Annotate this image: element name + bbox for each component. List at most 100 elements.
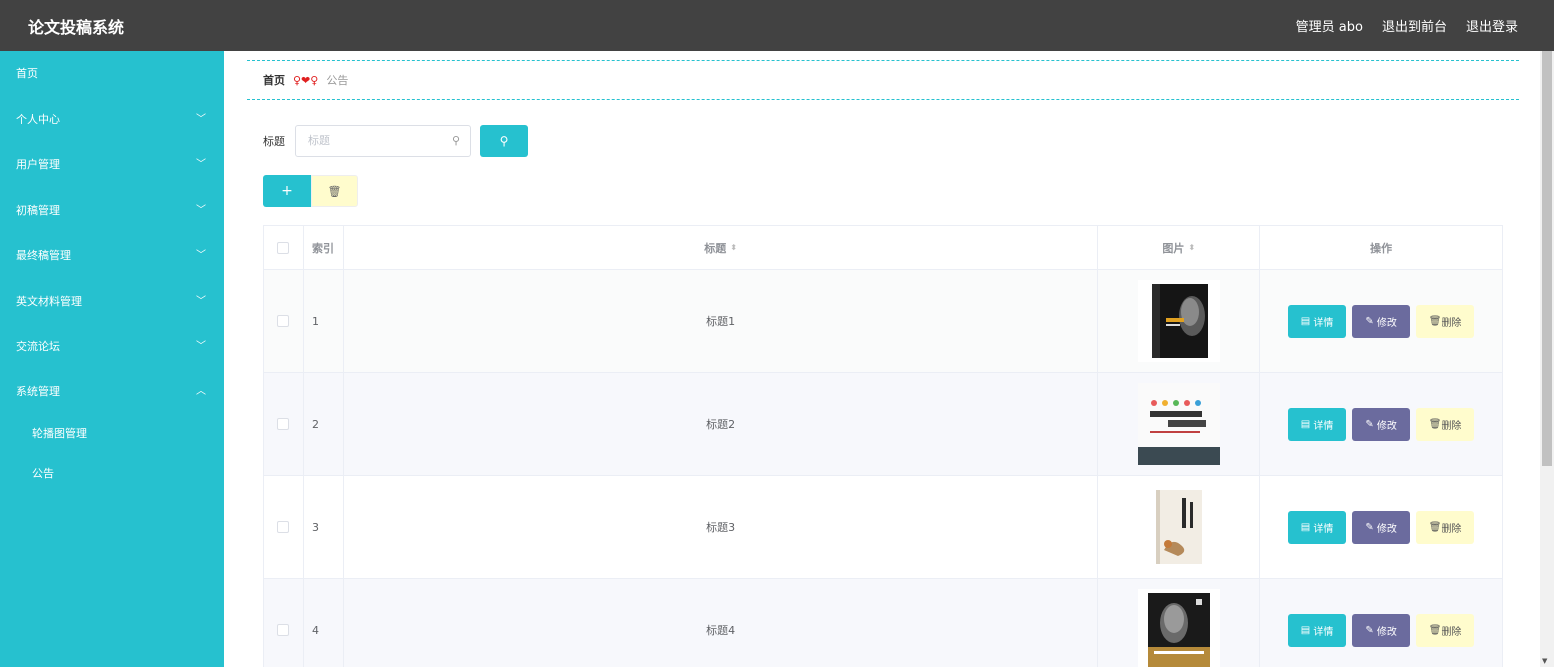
sidebar-item-label: 交流论坛 — [16, 340, 60, 353]
detail-label: 详情 — [1313, 523, 1334, 535]
sidebar-subitem-label: 轮播图管理 — [32, 427, 87, 440]
sidebar-item-label: 个人中心 — [16, 113, 60, 126]
row-ops-cell: ▤ 详情 ✎ 修改 🗑 删除 — [1260, 579, 1503, 667]
detail-label: 详情 — [1313, 626, 1334, 638]
search-input[interactable] — [308, 134, 448, 147]
app-title: 论文投稿系统 — [28, 18, 125, 37]
admin-user-label: 管理员 abo — [1295, 20, 1363, 35]
sidebar-subitem-label: 公告 — [32, 467, 54, 480]
content-panel: 标题 ⚲ ⚲ + 🗑 索引 标题⬍ 图片⬍ 操作 — [247, 108, 1519, 667]
detail-label: 详情 — [1313, 317, 1334, 329]
row-index: 1 — [303, 270, 344, 373]
sidebar-subitem-notice[interactable]: 公告 — [0, 454, 224, 494]
row-check-cell — [264, 476, 304, 579]
edit-button[interactable]: ✎ 修改 — [1352, 407, 1411, 441]
select-all-checkbox[interactable] — [277, 241, 290, 254]
detail-icon: ▤ — [1300, 315, 1314, 327]
sidebar-item-label: 最终稿管理 — [16, 249, 71, 262]
table-row: 3 标题3 ▤ 详情 ✎ 修改 🗑 删除 — [264, 476, 1503, 579]
trash-icon: 🗑 — [1428, 315, 1442, 327]
sidebar-item-home[interactable]: 首页 — [0, 51, 224, 96]
row-checkbox[interactable] — [277, 521, 290, 533]
edit-label: 修改 — [1376, 420, 1397, 432]
row-title: 标题2 — [343, 373, 1099, 476]
row-checkbox[interactable] — [277, 624, 290, 636]
sidebar-item-forum[interactable]: 交流论坛 ﹀ — [0, 324, 224, 369]
edit-label: 修改 — [1376, 626, 1397, 638]
header-links: 管理员 abo 退出到前台 退出登录 — [1296, 16, 1518, 35]
row-title: 标题1 — [343, 270, 1099, 373]
sidebar-item-label: 用户管理 — [16, 158, 60, 171]
delete-button[interactable]: 🗑 删除 — [1416, 613, 1475, 647]
notice-table: 索引 标题 ⬍ 图片 ⬍ 操作 1 标题1 ▤ 详情 ✎ 修改 🗑 删除 2 标… — [263, 225, 1503, 667]
pencil-icon: ✎ — [1365, 521, 1377, 533]
chevron-down-icon: ﹀ — [196, 296, 206, 307]
delete-button[interactable]: 🗑 删除 — [1416, 510, 1475, 544]
row-title: 标题3 — [343, 476, 1099, 579]
row-checkbox[interactable] — [277, 418, 290, 430]
delete-label: 删除 — [1441, 523, 1462, 535]
book-cover-image — [1137, 280, 1220, 362]
batch-delete-button[interactable]: 🗑 — [311, 175, 358, 207]
row-image-cell — [1098, 476, 1261, 579]
sidebar-item-english[interactable]: 英文材料管理 ﹀ — [0, 279, 224, 324]
detail-button[interactable]: ▤ 详情 — [1288, 510, 1347, 544]
sort-icon[interactable]: ⬍ — [1188, 243, 1195, 252]
row-ops-cell: ▤ 详情 ✎ 修改 🗑 删除 — [1260, 373, 1503, 476]
sidebar-item-system[interactable]: 系统管理 ︿ — [0, 369, 224, 414]
detail-icon: ▤ — [1300, 521, 1314, 533]
header-title-label: 标题 — [704, 241, 727, 255]
delete-label: 删除 — [1441, 317, 1462, 329]
edit-button[interactable]: ✎ 修改 — [1352, 510, 1411, 544]
book-cover-image — [1137, 383, 1220, 465]
breadcrumb-separator: ♀❤♀ — [293, 73, 319, 87]
sidebar-item-drafts[interactable]: 初稿管理 ﹀ — [0, 188, 224, 233]
sidebar: 首页 个人中心 ﹀ 用户管理 ﹀ 初稿管理 ﹀ 最终稿管理 ﹀ 英文材料管理 ﹀… — [0, 51, 224, 667]
main-content: 首页 ♀❤♀ 公告 标题 ⚲ ⚲ + 🗑 索引 — [224, 51, 1540, 667]
row-index: 2 — [303, 373, 344, 476]
delete-label: 删除 — [1441, 626, 1462, 638]
sidebar-item-final[interactable]: 最终稿管理 ﹀ — [0, 233, 224, 278]
search-icon: ⚲ — [499, 134, 509, 148]
row-checkbox[interactable] — [277, 315, 290, 327]
pencil-icon: ✎ — [1365, 315, 1377, 327]
chevron-down-icon: ﹀ — [196, 341, 206, 352]
search-input-wrap: ⚲ — [295, 125, 471, 157]
header-title[interactable]: 标题 ⬍ — [343, 226, 1099, 270]
detail-button[interactable]: ▤ 详情 — [1288, 407, 1347, 441]
detail-button[interactable]: ▤ 详情 — [1288, 613, 1347, 647]
top-header: 论文投稿系统 管理员 abo 退出到前台 退出登录 — [0, 0, 1554, 51]
page-scrollbar[interactable]: ▼ — [1540, 51, 1554, 667]
edit-button[interactable]: ✎ 修改 — [1352, 304, 1411, 338]
row-ops-cell: ▤ 详情 ✎ 修改 🗑 删除 — [1260, 270, 1503, 373]
row-check-cell — [264, 270, 304, 373]
row-check-cell — [264, 373, 304, 476]
book-cover-image — [1137, 589, 1220, 667]
logout-link[interactable]: 退出登录 — [1466, 16, 1518, 35]
delete-button[interactable]: 🗑 删除 — [1416, 407, 1475, 441]
scrollbar-thumb[interactable] — [1542, 51, 1552, 466]
edit-label: 修改 — [1376, 317, 1397, 329]
sort-icon[interactable]: ⬍ — [730, 243, 737, 252]
delete-button[interactable]: 🗑 删除 — [1416, 304, 1475, 338]
sidebar-item-personal[interactable]: 个人中心 ﹀ — [0, 97, 224, 142]
action-buttons: + 🗑 — [263, 175, 358, 207]
row-title: 标题4 — [343, 579, 1099, 667]
sidebar-subitem-carousel[interactable]: 轮播图管理 — [0, 414, 224, 454]
table-row: 2 标题2 ▤ 详情 ✎ 修改 🗑 删除 — [264, 373, 1503, 476]
search-button[interactable]: ⚲ — [480, 125, 528, 157]
header-image-label: 图片 — [1162, 241, 1185, 255]
to-front-link[interactable]: 退出到前台 — [1382, 16, 1447, 35]
sidebar-item-label: 系统管理 — [16, 385, 60, 398]
breadcrumb-home[interactable]: 首页 — [263, 72, 285, 88]
scroll-down-icon[interactable]: ▼ — [1542, 657, 1547, 665]
edit-button[interactable]: ✎ 修改 — [1352, 613, 1411, 647]
header-image[interactable]: 图片 ⬍ — [1098, 226, 1261, 270]
chevron-down-icon: ﹀ — [196, 114, 206, 125]
sidebar-item-users[interactable]: 用户管理 ﹀ — [0, 142, 224, 187]
detail-button[interactable]: ▤ 详情 — [1288, 304, 1347, 338]
pencil-icon: ✎ — [1365, 418, 1377, 430]
row-ops-cell: ▤ 详情 ✎ 修改 🗑 删除 — [1260, 476, 1503, 579]
add-button[interactable]: + — [263, 175, 311, 207]
row-image-cell — [1098, 579, 1261, 667]
